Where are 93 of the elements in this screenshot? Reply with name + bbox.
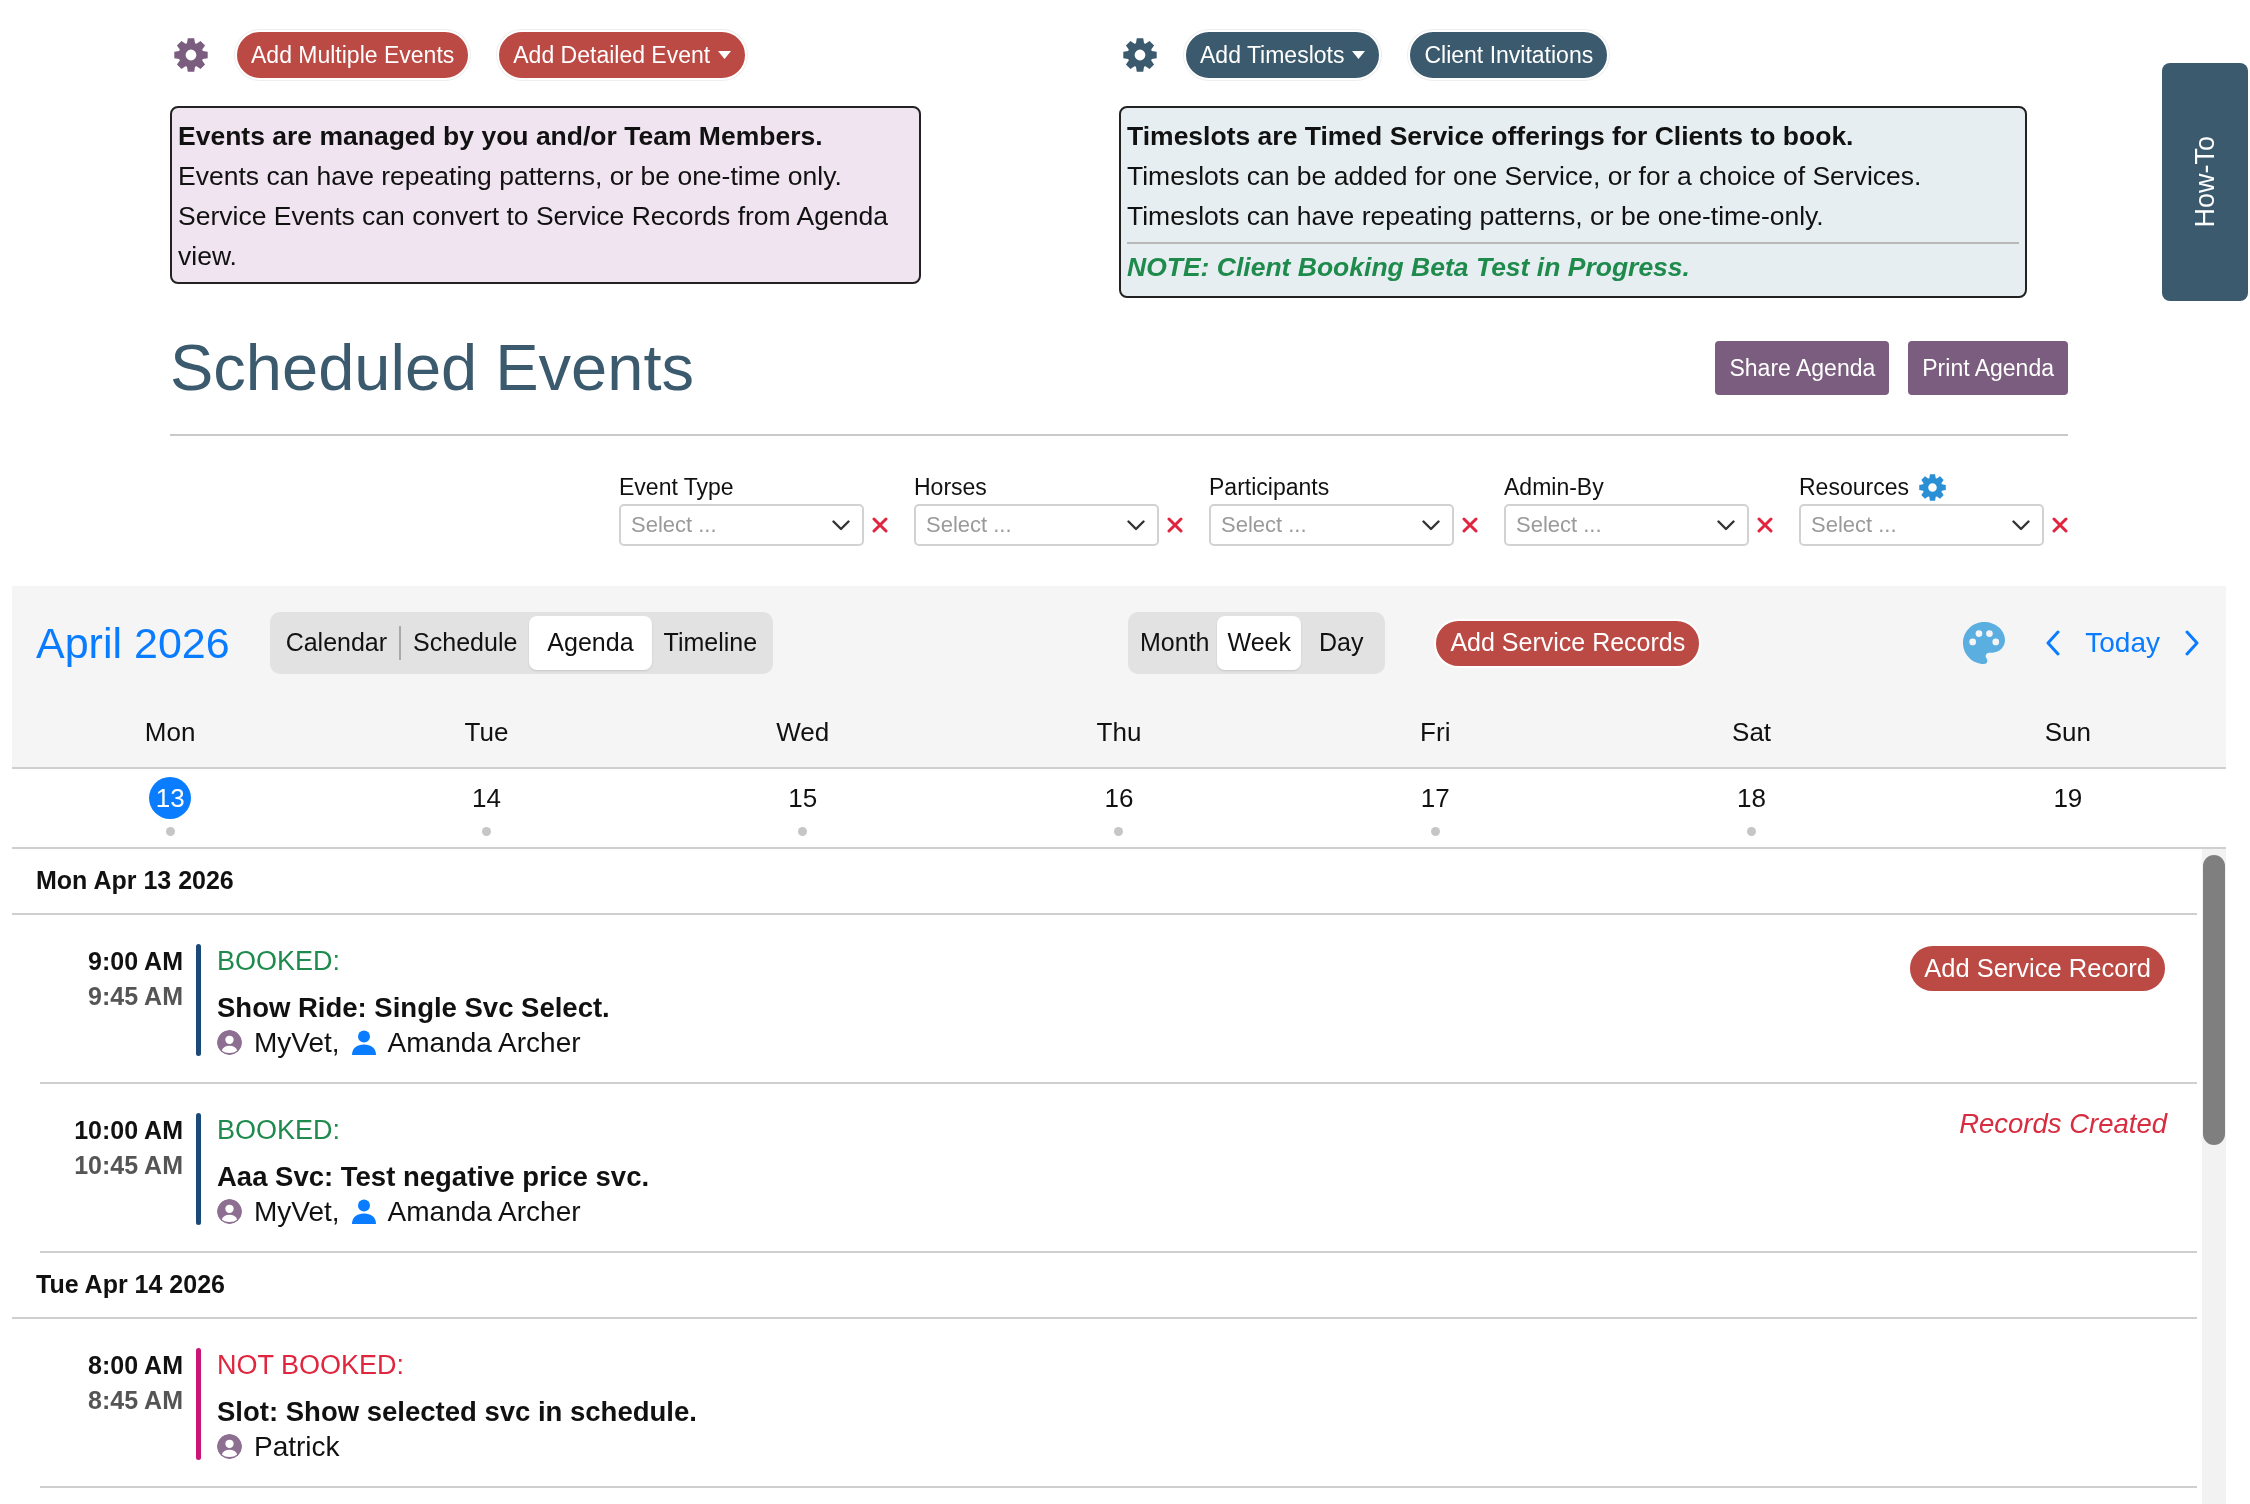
date-number[interactable]: 18 [1730,777,1773,819]
clear-icon[interactable] [2052,517,2068,533]
scrollbar-thumb[interactable] [2203,855,2225,1145]
clear-icon[interactable] [1757,517,1773,533]
day-heading: Mon Apr 13 2026 [36,865,234,897]
chevron-down-icon [832,520,850,531]
info-heading: Events are managed by you and/or Team Members. [178,120,824,153]
participant-name: MyVet, [254,1195,340,1229]
event-title: Slot: Show selected svc in schedule. [217,1395,697,1429]
start-time: 10:00 AM [74,1115,183,1146]
weekday-label: Sat [1732,716,1772,749]
weekday-label: Wed [776,716,830,749]
weekday-label: Sun [2044,716,2091,749]
booking-status: NOT BOOKED: [217,1349,405,1382]
end-time: 10:45 AM [74,1150,183,1181]
action-button[interactable]: Client Invitations [1408,30,1610,80]
gear-icon[interactable] [174,38,208,72]
side-tab[interactable]: How-To [2162,63,2248,301]
filter-label: Resources [1799,472,1909,502]
gear-icon[interactable] [1123,38,1157,72]
view-tab[interactable]: Schedule [401,616,530,670]
view-tab[interactable]: Day [1300,616,1382,670]
view-tab[interactable]: Month [1132,616,1218,670]
weekday-label: Mon [144,716,196,749]
today-button[interactable]: Today [2085,622,2160,664]
clear-icon[interactable] [872,517,888,533]
filter-label: Event Type [619,472,734,502]
weekday-label: Tue [464,716,509,749]
day-heading: Tue Apr 14 2026 [36,1269,225,1301]
select-field[interactable]: Select ... [1799,504,2044,546]
end-time: 8:45 AM [88,1385,183,1416]
weekday-label: Thu [1096,716,1142,749]
info-text: Timeslots can have repeating patterns, or be one-time-only. [1127,200,1825,233]
clear-icon[interactable] [1462,517,1478,533]
start-time: 8:00 AM [88,1350,183,1381]
date-number[interactable]: 19 [2046,777,2089,819]
start-time: 9:00 AM [88,946,183,977]
chevron-down-icon [1717,520,1735,531]
gear-icon[interactable] [1918,473,1946,501]
select-field[interactable]: Select ... [914,504,1159,546]
select-field[interactable]: Select ... [1504,504,1749,546]
calendar-title: April 2026 [36,618,230,669]
chevron-down-icon [1127,520,1145,531]
records-status: Records Created [1959,1107,2167,1141]
action-button[interactable]: Add Multiple Events [235,30,471,80]
date-number[interactable]: 13 [149,777,192,819]
caret-icon [718,51,732,59]
participant-name: Patrick [254,1430,340,1464]
person-circle-icon [217,1030,242,1055]
page-title: Scheduled Events [170,330,694,406]
add-records-button[interactable]: Add Service Records [1434,618,1702,668]
booking-status: BOOKED: [217,945,341,978]
end-time: 9:45 AM [88,981,183,1012]
date-number[interactable]: 16 [1098,777,1140,819]
view-tab[interactable]: Calendar [273,616,400,670]
date-number[interactable]: 17 [1414,777,1457,819]
booking-status: BOOKED: [217,1114,341,1147]
view-tab[interactable]: Agenda [529,616,652,670]
event-title: Show Ride: Single Svc Select. [217,991,610,1025]
dropdown-button[interactable]: Add Timeslots [1184,30,1382,80]
chevron-down-icon [1422,520,1440,531]
participant-name: Amanda Archer [387,1195,581,1229]
agenda-button[interactable]: Print Agenda [1908,341,2068,395]
person-icon [351,1199,376,1224]
select-field[interactable]: Select ... [619,504,864,546]
agenda-button[interactable]: Share Agenda [1715,341,1890,395]
filter-label: Participants [1209,472,1330,502]
person-circle-icon [217,1199,242,1224]
participant-name: MyVet, [254,1026,340,1060]
select-field[interactable]: Select ... [1209,504,1454,546]
filter-label: Horses [914,472,987,502]
info-text: Timeslots can be added for one Service, or for a choice of Services. [1127,160,1923,193]
filter-label: Admin-By [1504,472,1604,502]
caret-icon [1352,51,1366,59]
chevron-right-icon[interactable] [2184,630,2200,656]
clear-icon[interactable] [1167,517,1183,533]
info-note: NOTE: Client Booking Beta Test in Progress. [1127,251,1691,284]
event-title: Aaa Svc: Test negative price svc. [217,1160,650,1194]
dropdown-button[interactable]: Add Detailed Event [497,30,748,80]
date-number[interactable]: 15 [781,777,824,819]
person-circle-icon [217,1434,242,1459]
add-record-button[interactable]: Add Service Record [1908,944,2167,993]
chevron-down-icon [2012,520,2030,531]
info-text: Service Events can convert to Service Records from Agenda view. [178,200,889,273]
view-tab[interactable]: Timeline [651,616,770,670]
participant-name: Amanda Archer [387,1026,581,1060]
info-heading: Timeslots are Timed Service offerings for Clients to book. [1127,120,1855,153]
chevron-left-icon[interactable] [2045,630,2062,656]
weekday-label: Fri [1420,716,1451,749]
person-icon [351,1030,376,1055]
info-text: Events can have repeating patterns, or be one-time only. [178,160,843,193]
view-tab[interactable]: Week [1217,616,1301,670]
date-number[interactable]: 14 [465,777,508,819]
